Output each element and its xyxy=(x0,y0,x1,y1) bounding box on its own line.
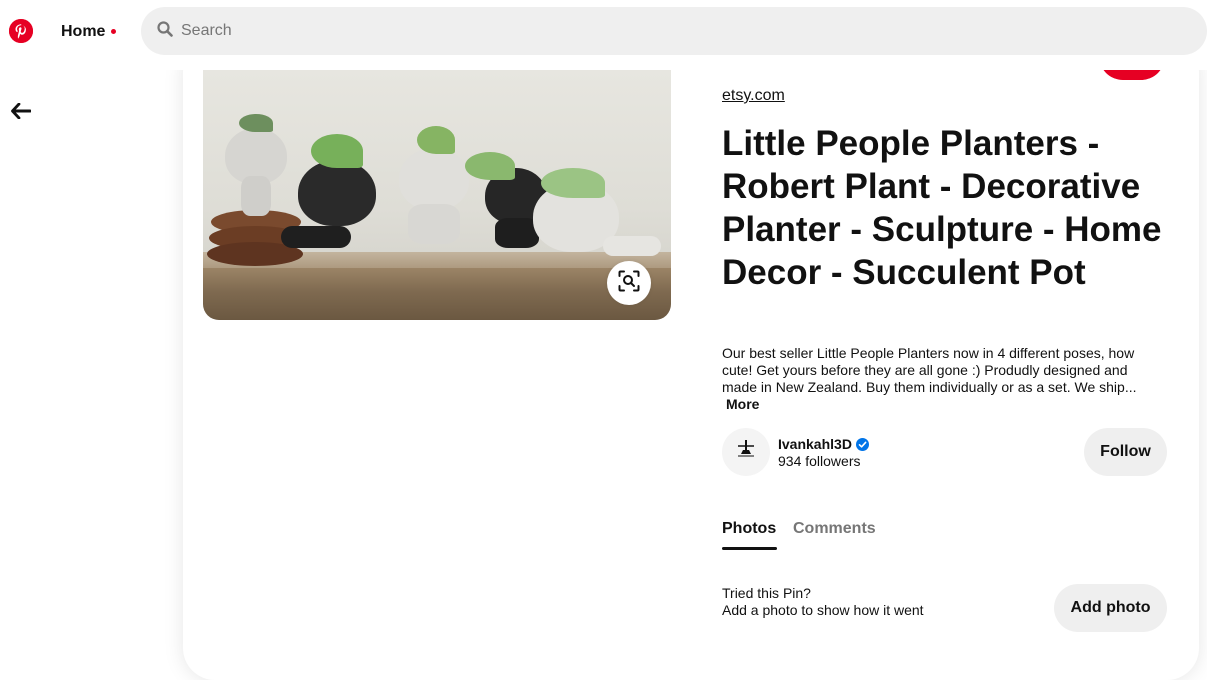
follower-count: 934 followers xyxy=(778,453,861,469)
home-nav-button[interactable]: Home xyxy=(49,12,128,52)
tried-pin-subtitle: Add a photo to show how it went xyxy=(722,602,924,618)
succulent-leaf xyxy=(465,152,515,180)
back-arrow-icon[interactable] xyxy=(6,96,36,126)
succulent-leaf xyxy=(239,114,273,132)
pin-image[interactable] xyxy=(203,40,671,320)
follow-button[interactable]: Follow xyxy=(1084,428,1167,476)
search-bar[interactable] xyxy=(141,7,1207,55)
creator-avatar[interactable] xyxy=(722,428,770,476)
succulent-leaf xyxy=(541,168,605,198)
tried-pin-title: Tried this Pin? xyxy=(722,585,811,601)
search-icon xyxy=(157,20,173,42)
visual-search-button[interactable] xyxy=(607,261,651,305)
source-link[interactable]: etsy.com xyxy=(722,87,785,105)
white-planter xyxy=(399,148,469,210)
black-planter-legs xyxy=(281,226,351,248)
notification-dot xyxy=(111,28,117,34)
active-tab-indicator xyxy=(722,547,777,550)
white-planter-body xyxy=(241,176,271,216)
white-planter-body xyxy=(408,204,460,244)
succulent-leaf xyxy=(417,126,455,154)
search-input[interactable] xyxy=(181,22,1081,40)
pin-description: Our best seller Little People Planters n… xyxy=(722,345,1137,395)
verified-badge-icon xyxy=(855,437,869,451)
creator-name-link[interactable]: Ivankahl3D xyxy=(778,436,869,452)
pin-title: Little People Planters - Robert Plant - … xyxy=(722,124,1162,292)
tab-photos[interactable]: Photos xyxy=(722,520,776,538)
home-label: Home xyxy=(61,23,106,40)
creator-name: Ivankahl3D xyxy=(778,436,852,452)
creator-logo-icon xyxy=(738,440,754,457)
top-header: Home xyxy=(0,0,1207,70)
black-planter xyxy=(298,160,376,226)
shelf-edge xyxy=(203,268,671,320)
add-photo-button[interactable]: Add photo xyxy=(1054,584,1167,632)
white-planter-legs xyxy=(603,236,661,256)
tab-comments[interactable]: Comments xyxy=(793,520,876,538)
visual-search-icon xyxy=(618,270,640,297)
succulent-leaf xyxy=(311,134,363,168)
more-link[interactable]: More xyxy=(726,396,759,412)
pinterest-logo-icon[interactable] xyxy=(9,19,33,43)
